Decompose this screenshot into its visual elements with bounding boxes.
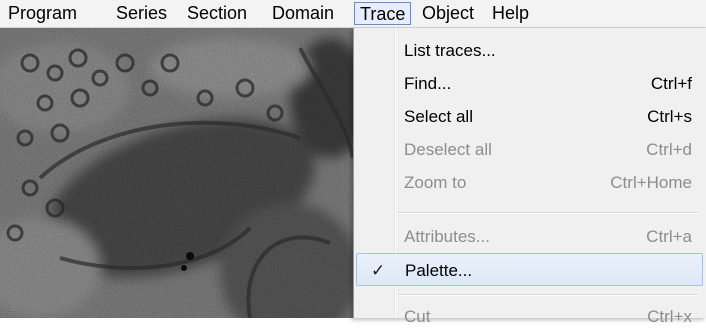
menu-item-shortcut: Ctrl+a	[646, 227, 692, 246]
menu-item-shortcut: Ctrl+Home	[610, 173, 692, 192]
menu-item-palette[interactable]: ✓ Palette...	[356, 253, 703, 286]
menu-item-deselect-all[interactable]: Deselect all Ctrl+d	[354, 133, 706, 166]
menu-separator	[398, 212, 698, 214]
menu-item-list-traces[interactable]: List traces...	[354, 34, 706, 67]
menu-item-label: Cut	[404, 307, 431, 326]
trace-menu-dropdown: List traces... Find... Ctrl+f Select all…	[353, 28, 706, 326]
menu-object[interactable]: Object	[422, 0, 474, 27]
menu-item-shortcut: Ctrl+x	[647, 307, 692, 326]
menu-item-label: Find...	[404, 74, 452, 93]
menu-item-label: Deselect all	[404, 140, 492, 159]
menu-item-shortcut: Ctrl+s	[647, 107, 692, 126]
menu-domain[interactable]: Domain	[272, 0, 334, 27]
menu-help[interactable]: Help	[492, 0, 529, 27]
menu-item-label: List traces...	[404, 41, 496, 60]
menu-item-label: Select all	[404, 107, 473, 126]
menu-bar: Program Series Section Domain Trace Obje…	[0, 0, 706, 28]
menu-separator	[398, 294, 698, 296]
menu-item-find[interactable]: Find... Ctrl+f	[354, 67, 706, 100]
menu-program[interactable]: Program	[8, 0, 77, 27]
menu-item-cut[interactable]: Cut Ctrl+x	[354, 300, 706, 333]
check-icon: ✓	[371, 261, 386, 280]
menu-series[interactable]: Series	[116, 0, 167, 27]
menu-trace[interactable]: Trace	[354, 2, 412, 25]
menu-item-shortcut: Ctrl+f	[650, 74, 692, 93]
menu-item-label: Attributes...	[404, 227, 490, 246]
menu-item-label: Palette...	[405, 261, 473, 280]
menu-item-zoom-to[interactable]: Zoom to Ctrl+Home	[354, 166, 706, 199]
menu-section[interactable]: Section	[187, 0, 247, 27]
menu-item-label: Zoom to	[404, 173, 467, 192]
menu-item-select-all[interactable]: Select all Ctrl+s	[354, 100, 706, 133]
menu-item-shortcut: Ctrl+d	[646, 140, 692, 159]
menu-item-attributes[interactable]: Attributes... Ctrl+a	[354, 220, 706, 253]
